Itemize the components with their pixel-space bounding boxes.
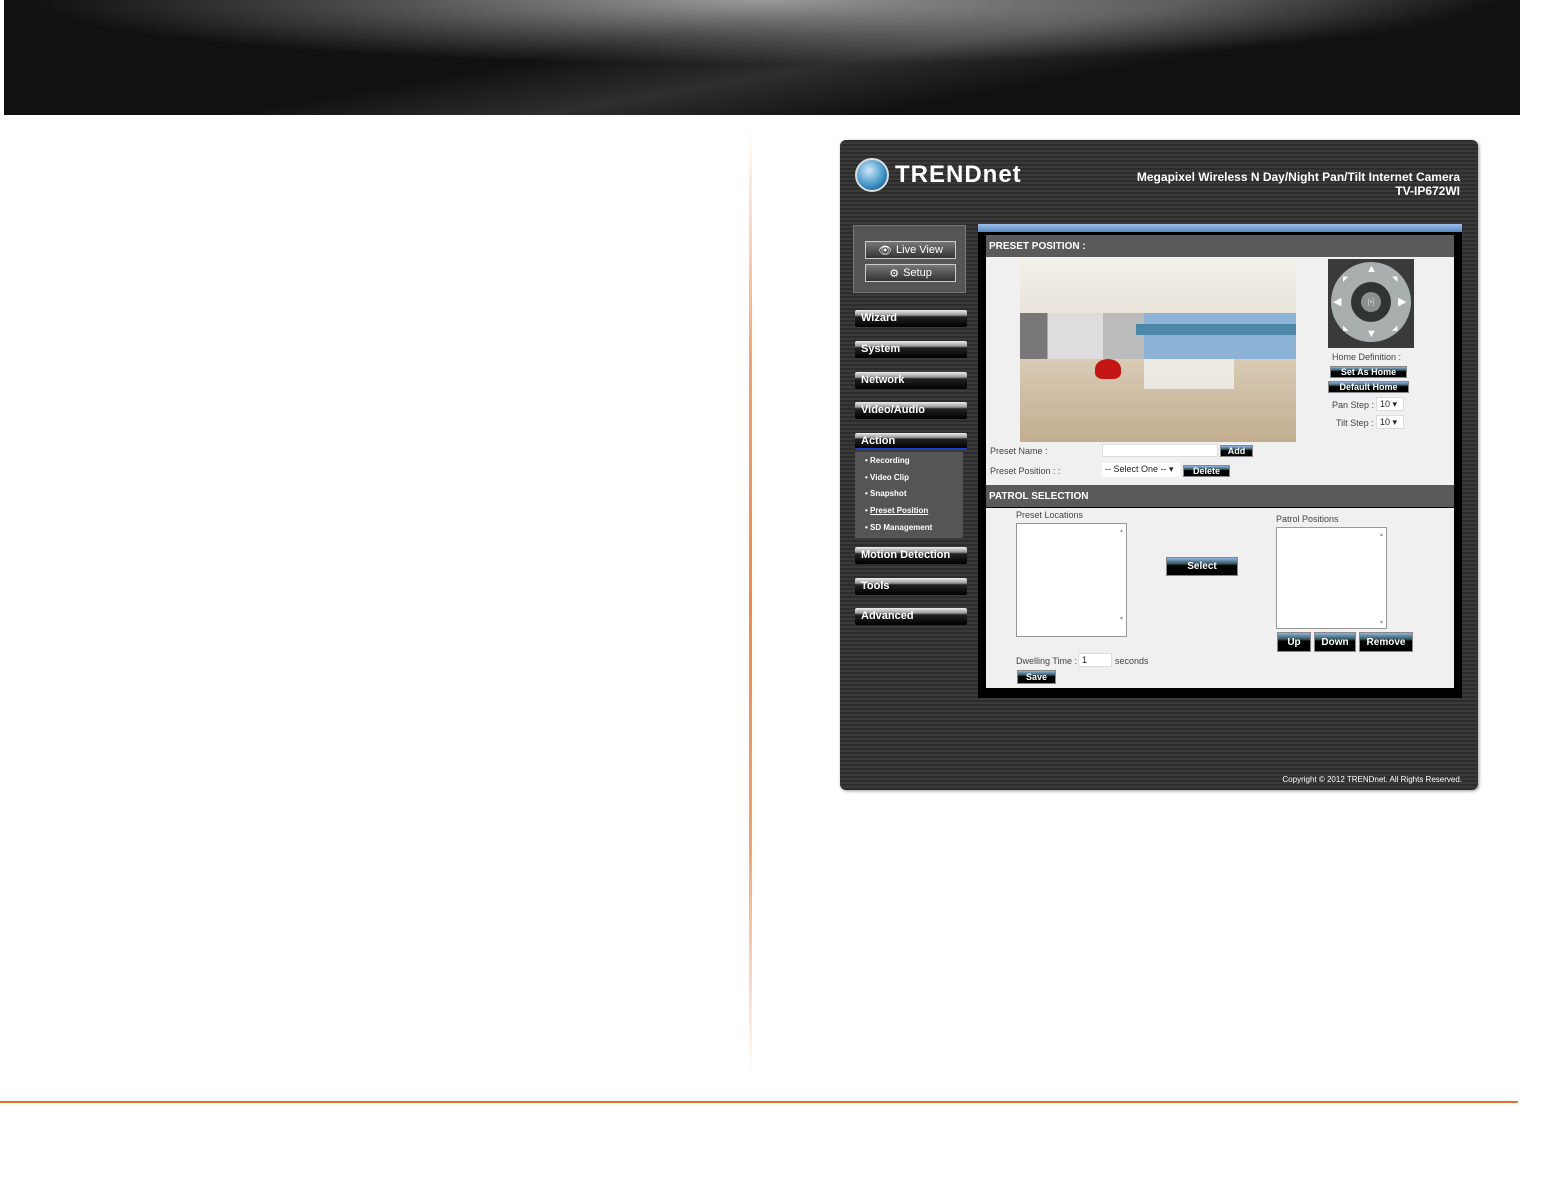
preset-name-label: Preset Name : [990, 446, 1048, 456]
live-view-label: Live View [896, 244, 943, 256]
nav-wizard[interactable]: Wizard [855, 310, 967, 327]
submenu-video-clip[interactable]: • Video Clip [865, 473, 963, 490]
tilt-step-select[interactable]: 10 ▾ [1376, 415, 1404, 429]
preset-locations-list[interactable] [1016, 523, 1127, 637]
live-view-button[interactable]: 👁 Live View [865, 241, 956, 259]
preset-name-input[interactable] [1102, 444, 1218, 457]
dwelling-time-input[interactable]: 1 [1078, 653, 1112, 667]
pan-up-icon[interactable]: ▲ [1366, 264, 1377, 275]
dwelling-time-label: Dwelling Time : [1016, 656, 1078, 666]
preset-position-value: -- Select One -- [1105, 464, 1167, 474]
preset-position-select[interactable]: -- Select One -- ▾ [1102, 463, 1180, 477]
preset-locations-label: Preset Locations [1016, 510, 1084, 520]
pan-step-select[interactable]: 10 ▾ [1376, 397, 1404, 411]
select-button[interactable]: Select [1166, 557, 1238, 576]
preset-position-label: Preset Position : : [990, 466, 1061, 476]
gear-icon: ⚙ [889, 267, 900, 280]
home-definition-label: Home Definition : [1332, 352, 1402, 362]
action-submenu: • Recording • Video Clip • Snapshot • Pr… [855, 452, 963, 538]
pan-up-right-icon[interactable]: ◥ [1392, 274, 1397, 285]
pan-up-left-icon[interactable]: ◤ [1343, 274, 1348, 285]
nav-advanced[interactable]: Advanced [855, 608, 967, 625]
set-as-home-button[interactable]: Set As Home [1330, 366, 1407, 378]
trendnet-logo: TRENDnet [855, 158, 1022, 192]
patrol-panel: Preset Locations Select Patrol Positions… [986, 508, 1454, 688]
ptz-control-pad: ▲ ▼ ◀ ▶ ◤ ◥ ◣ ◢ [•] [1328, 259, 1414, 348]
default-home-button[interactable]: Default Home [1328, 381, 1409, 393]
product-title: Megapixel Wireless N Day/Night Pan/Tilt … [1137, 170, 1460, 198]
preset-panel: ▲ ▼ ◀ ▶ ◤ ◥ ◣ ◢ [•] Home Definition : Se… [986, 257, 1454, 485]
model-number: TV-IP672WI [1395, 184, 1460, 198]
column-divider [749, 130, 752, 1075]
seconds-label: seconds [1115, 656, 1149, 666]
copyright: Copyright © 2012 TRENDnet. All Rights Re… [1282, 775, 1462, 784]
pan-step-label: Pan Step : [1332, 400, 1375, 410]
label: Preset Position [870, 506, 929, 516]
submenu-sd-management[interactable]: • SD Management [865, 523, 963, 540]
patrol-positions-list[interactable] [1276, 527, 1387, 629]
add-button[interactable]: Add [1220, 445, 1253, 457]
pan-left-icon[interactable]: ◀ [1333, 297, 1341, 308]
label: SD Management [870, 522, 933, 532]
eye-icon: 👁 [878, 244, 893, 257]
view-switch-box: 👁 Live View ⚙ Setup [853, 225, 966, 293]
pan-down-left-icon[interactable]: ◣ [1343, 323, 1348, 334]
label: Recording [870, 456, 910, 465]
submenu-snapshot[interactable]: • Snapshot [865, 489, 963, 506]
ptz-home-center-button[interactable]: [•] [1361, 292, 1381, 312]
save-button[interactable]: Save [1017, 670, 1056, 684]
setup-button[interactable]: ⚙ Setup [865, 264, 956, 282]
up-button[interactable]: Up [1277, 632, 1311, 652]
submenu-preset-position[interactable]: • Preset Position [865, 506, 963, 523]
patrol-positions-label: Patrol Positions [1276, 514, 1339, 524]
page-header-banner [4, 0, 1520, 115]
pan-down-right-icon[interactable]: ◢ [1392, 323, 1397, 334]
nav-motion-detection[interactable]: Motion Detection [855, 547, 967, 564]
down-button[interactable]: Down [1314, 632, 1356, 652]
camera-live-image [1020, 258, 1296, 442]
pan-right-icon[interactable]: ▶ [1398, 297, 1406, 308]
footer-rule [0, 1101, 1518, 1103]
camera-ui-screenshot: TRENDnet Megapixel Wireless N Day/Night … [840, 140, 1478, 790]
remove-button[interactable]: Remove [1359, 632, 1413, 652]
content-top-bar [978, 224, 1462, 232]
nav-video-audio[interactable]: Video/Audio [855, 402, 967, 419]
pan-step-value: 10 [1380, 399, 1391, 409]
preset-position-header: PRESET POSITION : [986, 235, 1454, 257]
tilt-step-label: Tilt Step : [1336, 418, 1374, 428]
brand-text: TRENDnet [895, 161, 1022, 188]
logo-globe-icon [855, 158, 889, 192]
nav-network[interactable]: Network [855, 372, 967, 389]
setup-label: Setup [903, 267, 932, 279]
product-name: Megapixel Wireless N Day/Night Pan/Tilt … [1136, 170, 1460, 184]
delete-button[interactable]: Delete [1183, 465, 1230, 477]
submenu-recording[interactable]: • Recording [865, 456, 963, 473]
content-frame: PRESET POSITION : ▲ ▼ ◀ ▶ ◤ ◥ ◣ ◢ [•] Ho… [978, 232, 1462, 698]
patrol-selection-header: PATROL SELECTION [986, 485, 1454, 507]
pan-down-icon[interactable]: ▼ [1366, 329, 1377, 340]
nav-system[interactable]: System [855, 341, 967, 358]
label: Snapshot [870, 489, 907, 499]
label: Video Clip [870, 472, 909, 482]
tilt-step-value: 10 [1380, 417, 1391, 427]
nav-tools[interactable]: Tools [855, 578, 967, 595]
nav-action[interactable]: Action [855, 433, 967, 450]
